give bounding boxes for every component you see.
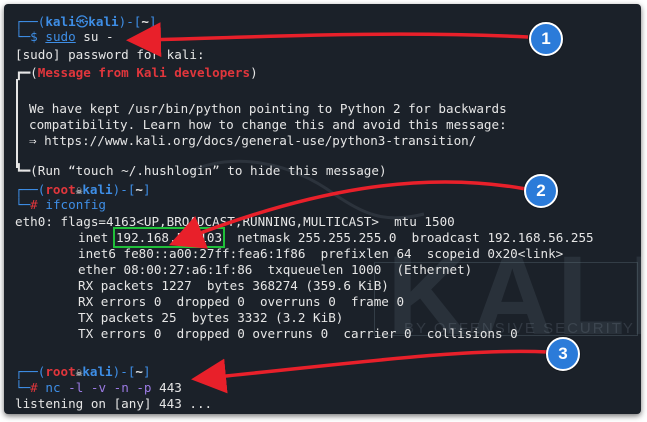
callout-badge-1: 1 [529,22,563,56]
arrow-3 [191,349,549,394]
arrow-1 [126,22,529,58]
arrow-2 [168,180,527,249]
callout-badge-3: 3 [546,337,580,371]
callout-badge-2: 2 [524,174,558,208]
